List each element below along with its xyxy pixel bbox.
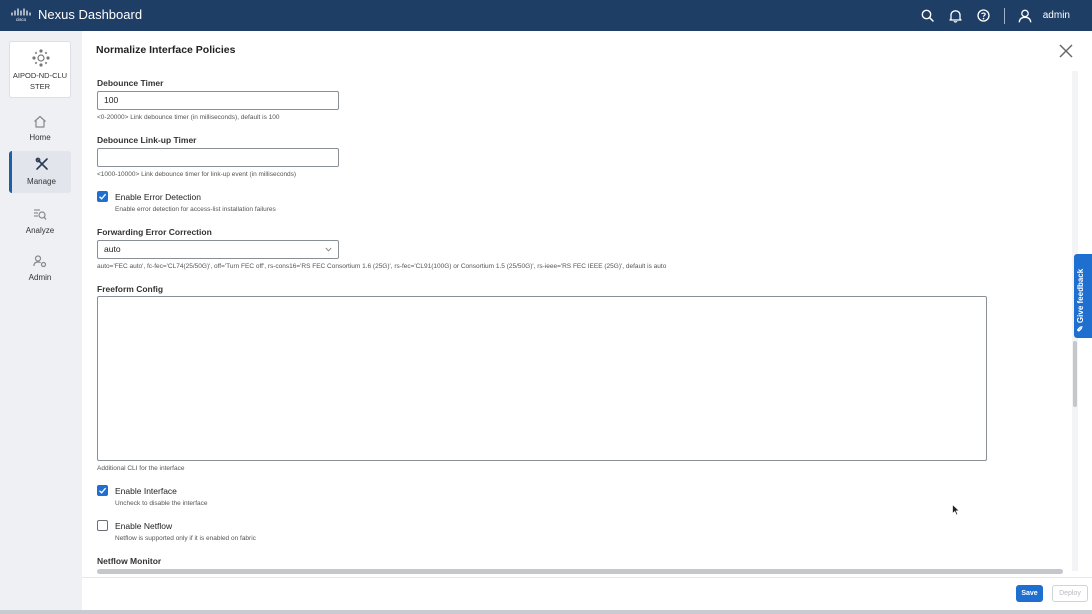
policy-panel: Normalize Interface Policies Debounce Ti… — [82, 31, 1092, 614]
debounce-linkup-label: Debounce Link-up Timer — [97, 135, 197, 145]
debounce-linkup-input[interactable] — [97, 148, 339, 167]
tools-icon — [35, 157, 48, 170]
horizontal-scroll-thumb[interactable] — [97, 569, 1063, 574]
notifications-button[interactable] — [942, 0, 970, 31]
page-title: Normalize Interface Policies — [96, 44, 236, 56]
fec-label: Forwarding Error Correction — [97, 227, 212, 237]
freeform-label: Freeform Config — [97, 284, 164, 294]
enable-interface-help: Uncheck to disable the interface — [115, 500, 208, 507]
mouse-cursor-icon — [952, 504, 960, 516]
sidebar-item-label: Manage — [27, 177, 56, 186]
checkmark-icon — [99, 487, 107, 494]
feedback-label: Give feedback — [1076, 268, 1085, 324]
enable-netflow-checkbox[interactable] — [97, 520, 108, 531]
sidebar-item-analyze[interactable]: Analyze — [9, 202, 71, 242]
checkmark-icon — [99, 193, 107, 200]
app-title: Nexus Dashboard — [38, 7, 143, 22]
debounce-timer-input[interactable]: 100 — [97, 91, 339, 110]
enable-netflow-help: Netflow is supported only if it is enabl… — [115, 535, 256, 542]
netflow-monitor-label: Netflow Monitor — [97, 556, 162, 566]
debounce-timer-label: Debounce Timer — [97, 78, 164, 88]
sidebar-item-manage[interactable]: Manage — [9, 151, 71, 193]
vertical-scroll-thumb[interactable] — [1073, 341, 1077, 407]
header-divider — [1003, 7, 1005, 24]
deploy-button[interactable]: Deploy — [1052, 585, 1088, 602]
bell-icon — [949, 9, 962, 23]
top-bar: cisco Nexus Dashboard admin — [0, 0, 1092, 31]
error-detection-label: Enable Error Detection — [115, 192, 201, 202]
close-icon[interactable] — [1058, 43, 1074, 59]
footer-divider — [82, 577, 1092, 578]
cluster-label: AIPOD-ND-CLUSTER — [12, 71, 68, 91]
sidebar-item-home[interactable]: Home — [9, 109, 71, 149]
cisco-logo-icon: cisco — [11, 8, 31, 22]
horizontal-scrollbar[interactable] — [97, 569, 1063, 574]
sidebar-item-label: Admin — [28, 273, 52, 282]
fec-select[interactable]: auto — [97, 240, 339, 259]
feedback-icon: ✎ — [1076, 325, 1085, 332]
help-icon — [977, 9, 990, 22]
error-detection-checkbox[interactable] — [97, 191, 108, 202]
user-icon — [1018, 9, 1032, 22]
cluster-icon — [32, 49, 50, 67]
fec-selected-value: auto — [104, 244, 121, 254]
give-feedback-tab[interactable]: ✎ Give feedback — [1074, 254, 1092, 338]
analyze-icon — [34, 209, 47, 220]
search-button[interactable] — [914, 0, 942, 31]
freeform-textarea[interactable] — [97, 296, 987, 461]
search-icon — [921, 9, 934, 22]
debounce-linkup-help: <1000-10000> Link debounce timer for lin… — [97, 171, 297, 178]
sidebar: AIPOD-ND-CLUSTER Home Manage Analyze Adm… — [0, 31, 82, 614]
freeform-help: Additional CLI for the interface — [97, 465, 185, 472]
logo-text: cisco — [16, 17, 27, 22]
enable-interface-checkbox[interactable] — [97, 485, 108, 496]
save-button[interactable]: Save — [1016, 585, 1043, 602]
sidebar-item-label: Analyze — [25, 226, 55, 235]
sidebar-item-admin[interactable]: Admin — [9, 249, 71, 289]
enable-netflow-label: Enable Netflow — [115, 521, 173, 531]
fec-help: auto='FEC auto', fc-fec='CL74(25/50G)', … — [97, 263, 667, 270]
error-detection-help: Enable error detection for access-list i… — [115, 206, 276, 213]
user-menu-button[interactable] — [1011, 0, 1039, 31]
user-name[interactable]: admin — [1043, 10, 1070, 21]
cluster-selector[interactable]: AIPOD-ND-CLUSTER — [9, 41, 71, 98]
help-button[interactable] — [970, 0, 998, 31]
admin-icon — [33, 255, 47, 268]
chevron-down-icon — [325, 247, 332, 252]
bottom-strip — [0, 610, 1092, 614]
sidebar-item-label: Home — [29, 133, 51, 142]
home-icon — [34, 115, 46, 128]
enable-interface-label: Enable Interface — [115, 486, 177, 496]
debounce-timer-help: <0-20000> Link debounce timer (in millis… — [97, 114, 280, 121]
